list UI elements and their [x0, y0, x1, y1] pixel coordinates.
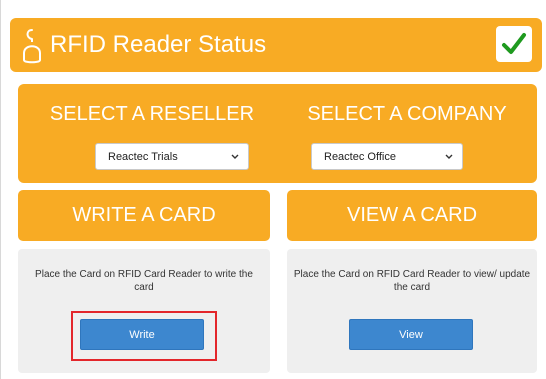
write-button[interactable]: Write — [80, 319, 204, 350]
reseller-select-value: Reactec Trials — [108, 150, 178, 163]
write-card-panel: Place the Card on RFID Card Reader to wr… — [18, 249, 270, 373]
reseller-select[interactable]: Reactec Trials — [95, 143, 249, 170]
chevron-down-icon — [445, 154, 453, 159]
write-card-heading: WRITE A CARD — [18, 190, 270, 241]
reader-status-indicator — [496, 26, 532, 62]
selection-panel: SELECT A RESELLER SELECT A COMPANY React… — [18, 84, 537, 183]
view-card-panel: Place the Card on RFID Card Reader to vi… — [287, 249, 537, 373]
rfid-reader-icon — [23, 29, 41, 64]
view-card-instructions: Place the Card on RFID Card Reader to vi… — [293, 269, 531, 293]
checkmark-icon — [502, 33, 526, 54]
page-title: RFID Reader Status — [50, 31, 267, 58]
view-button[interactable]: View — [349, 319, 473, 350]
company-select-value: Reactec Office — [324, 150, 396, 163]
reseller-heading: SELECT A RESELLER — [49, 103, 255, 125]
view-card-heading: VIEW A CARD — [287, 190, 537, 241]
chevron-down-icon — [231, 154, 239, 159]
write-card-instructions: Place the Card on RFID Card Reader to wr… — [35, 269, 253, 293]
company-select[interactable]: Reactec Office — [311, 143, 463, 170]
status-header: RFID Reader Status — [10, 18, 542, 72]
window-left-edge — [0, 0, 1, 379]
company-heading: SELECT A COMPANY — [307, 103, 507, 125]
